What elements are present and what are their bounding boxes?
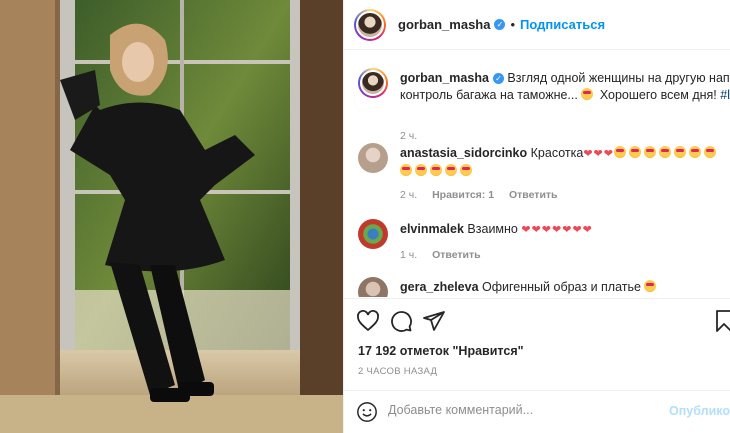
comment-item: anastasia_sidorcinko Красотка❤❤❤ 2 ч. Нр… (358, 143, 730, 203)
comment-meta: 1 ч. Ответить (400, 249, 493, 261)
hugging-emoji-icon (644, 280, 657, 292)
likes-count[interactable]: 17 192 отметок "Нравится" (358, 344, 524, 358)
comment-item: gera_zheleva Офигенный образ и платье (358, 277, 730, 297)
verified-badge-icon: ✓ (494, 19, 506, 30)
heart-eyes-emoji-icon (643, 146, 656, 158)
emoji-smiley-icon[interactable] (356, 401, 378, 423)
heart-eyes-emoji-icon (613, 146, 626, 158)
comment-text: Взаимно (467, 222, 518, 236)
comment-text: Офигенный образ и платье (482, 280, 641, 294)
comments-list[interactable]: gorban_masha ✓ Взгляд одной женщины на др… (344, 51, 730, 297)
post-modal: gorban_masha ✓ • Подписаться gorban_mash… (0, 0, 730, 433)
post-header: gorban_masha ✓ • Подписаться (344, 0, 730, 50)
commenter-avatar[interactable] (358, 277, 388, 297)
add-comment-bar: Опубликов (344, 390, 730, 433)
caption-hashtag[interactable]: #love (720, 88, 730, 102)
heart-eyes-emoji-icon (658, 146, 671, 158)
heart-eyes-emoji-icon (460, 164, 472, 176)
like-heart-icon[interactable] (356, 309, 380, 333)
commenter-avatar[interactable] (358, 219, 388, 249)
comment-meta: 2 ч. Нравится: 1 Ответить (400, 189, 570, 201)
follow-button[interactable]: Подписаться (520, 17, 605, 32)
heart-eyes-emoji-icon (673, 146, 686, 158)
comment-input[interactable] (388, 403, 658, 417)
caption-meta: 2 ч. (400, 130, 429, 142)
post-photo[interactable] (0, 0, 343, 433)
heart-emoji-icon: ❤❤❤ (583, 148, 614, 160)
comment-likes[interactable]: Нравится: 1 (432, 189, 494, 201)
verified-badge-icon: ✓ (492, 73, 504, 84)
photo-illustration (0, 0, 343, 433)
caption-text-line2: контроль багажа на таможне... (400, 88, 578, 102)
share-direct-icon[interactable] (422, 309, 446, 333)
post-timestamp[interactable]: 2 ЧАСОВ НАЗАД (358, 366, 437, 377)
heart-eyes-emoji-icon (430, 164, 442, 176)
heart-emoji-icon: ❤❤❤❤❤❤❤ (521, 224, 593, 236)
reply-button[interactable]: Ответить (509, 189, 558, 201)
caption-body: gorban_masha ✓ Взгляд одной женщины на др… (400, 70, 730, 104)
author-username[interactable]: gorban_masha (398, 17, 490, 32)
comment-body: elvinmalek Взаимно ❤❤❤❤❤❤❤ (400, 221, 730, 239)
commenter-avatar[interactable] (358, 143, 388, 173)
comment-item: elvinmalek Взаимно ❤❤❤❤❤❤❤ 1 ч. Ответить (358, 219, 730, 269)
caption-text-tail: Хорошего всем дня! (599, 88, 717, 102)
comment-username[interactable]: elvinmalek (400, 222, 464, 236)
caption-avatar[interactable] (358, 68, 388, 98)
author-avatar[interactable] (354, 8, 386, 41)
save-bookmark-icon[interactable] (712, 309, 730, 333)
reply-button[interactable]: Ответить (432, 249, 481, 261)
heart-eyes-emoji-icon (688, 146, 701, 158)
heart-eyes-emoji-icon (703, 146, 716, 158)
comment-body: anastasia_sidorcinko Красотка❤❤❤ (400, 145, 730, 180)
caption-username[interactable]: gorban_masha (400, 71, 489, 85)
caption: gorban_masha ✓ Взгляд одной женщины на др… (358, 68, 730, 142)
comment-username[interactable]: anastasia_sidorcinko (400, 146, 527, 160)
post-side-panel: gorban_masha ✓ • Подписаться gorban_mash… (343, 0, 730, 433)
heart-eyes-emoji-icon (628, 146, 641, 158)
comment-body: gera_zheleva Офигенный образ и платье (400, 279, 730, 296)
caption-time[interactable]: 2 ч. (400, 130, 417, 142)
comment-time[interactable]: 1 ч. (400, 249, 417, 261)
smile-emoji-icon (581, 88, 594, 100)
heart-eyes-emoji-icon (415, 164, 427, 176)
comment-text: Красотка (530, 146, 584, 160)
heart-eyes-emoji-icon (400, 164, 412, 176)
heart-eyes-emoji-icon (445, 164, 457, 176)
caption-text-line1: Взгляд одной женщины на другую напомина (507, 71, 730, 85)
comment-time[interactable]: 2 ч. (400, 189, 417, 201)
comment-icon[interactable] (389, 309, 413, 333)
publish-button[interactable]: Опубликов (669, 404, 730, 418)
action-bar (344, 298, 730, 340)
header-separator: • (510, 17, 516, 32)
comment-username[interactable]: gera_zheleva (400, 280, 479, 294)
